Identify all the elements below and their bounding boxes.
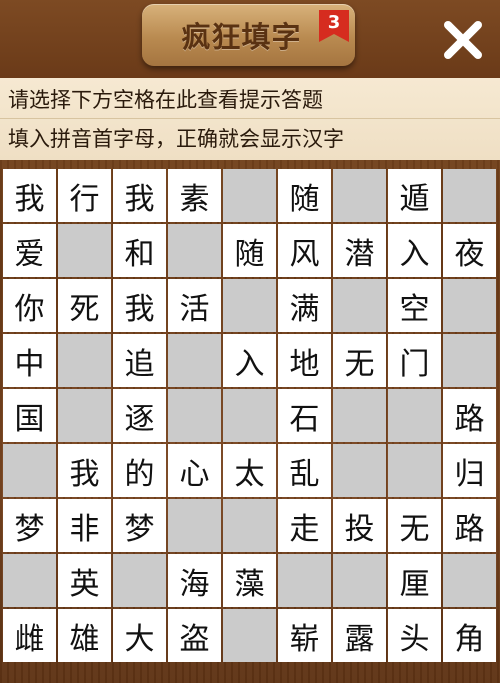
- grid-cell-empty[interactable]: [278, 554, 331, 607]
- grid-cell-empty[interactable]: [223, 499, 276, 552]
- grid-cell-filled[interactable]: 风: [278, 224, 331, 277]
- grid-cell-filled[interactable]: 露: [333, 609, 386, 662]
- grid-cell-filled[interactable]: 逐: [113, 389, 166, 442]
- grid-cell-empty[interactable]: [443, 334, 496, 387]
- grid-cell-filled[interactable]: 归: [443, 444, 496, 497]
- grid-cell-filled[interactable]: 门: [388, 334, 441, 387]
- grid-cell-empty[interactable]: [58, 224, 111, 277]
- close-button[interactable]: [437, 14, 489, 66]
- hint-panel: 请选择下方空格在此查看提示答题 填入拼音首字母，正确就会显示汉字: [0, 78, 500, 160]
- grid-cell-empty[interactable]: [168, 224, 221, 277]
- grid-cell-filled[interactable]: 入: [223, 334, 276, 387]
- grid-cell-filled[interactable]: 无: [388, 499, 441, 552]
- grid-cell-filled[interactable]: 随: [278, 169, 331, 222]
- grid-cell-filled[interactable]: 英: [58, 554, 111, 607]
- grid-cell-filled[interactable]: 我: [113, 169, 166, 222]
- grid-cell-filled[interactable]: 盗: [168, 609, 221, 662]
- grid-cell-filled[interactable]: 和: [113, 224, 166, 277]
- grid-cell-filled[interactable]: 潜: [333, 224, 386, 277]
- grid-cell-empty[interactable]: [168, 389, 221, 442]
- grid-cell-filled[interactable]: 活: [168, 279, 221, 332]
- grid-cell-filled[interactable]: 你: [3, 279, 56, 332]
- grid-cell-filled[interactable]: 藻: [223, 554, 276, 607]
- grid-cell-empty[interactable]: [443, 279, 496, 332]
- grid-cell-filled[interactable]: 我: [58, 444, 111, 497]
- grid-cell-empty[interactable]: [58, 334, 111, 387]
- hint-line-2: 填入拼音首字母，正确就会显示汉字: [8, 127, 344, 151]
- grid-cell-filled[interactable]: 角: [443, 609, 496, 662]
- grid-cell-filled[interactable]: 素: [168, 169, 221, 222]
- grid-cell-empty[interactable]: [168, 334, 221, 387]
- grid-cell-empty[interactable]: [443, 554, 496, 607]
- grid-cell-filled[interactable]: 夜: [443, 224, 496, 277]
- grid-cell-empty[interactable]: [333, 554, 386, 607]
- grid-cell-filled[interactable]: 我: [113, 279, 166, 332]
- grid-cell-filled[interactable]: 投: [333, 499, 386, 552]
- grid-cell-empty[interactable]: [388, 389, 441, 442]
- grid-cell-filled[interactable]: 雌: [3, 609, 56, 662]
- grid-cell-filled[interactable]: 空: [388, 279, 441, 332]
- grid-cell-empty[interactable]: [223, 279, 276, 332]
- grid-cell-filled[interactable]: 太: [223, 444, 276, 497]
- header-bar: 疯狂填字 3: [0, 0, 500, 80]
- grid-cell-empty[interactable]: [443, 169, 496, 222]
- grid-cell-filled[interactable]: 我: [3, 169, 56, 222]
- grid-cell-filled[interactable]: 随: [223, 224, 276, 277]
- grid-cell-filled[interactable]: 雄: [58, 609, 111, 662]
- grid-cell-filled[interactable]: 行: [58, 169, 111, 222]
- grid-cell-empty[interactable]: [3, 554, 56, 607]
- close-icon: [444, 21, 482, 59]
- grid-cell-filled[interactable]: 心: [168, 444, 221, 497]
- grid-cell-empty[interactable]: [3, 444, 56, 497]
- grid-cell-empty[interactable]: [168, 499, 221, 552]
- grid-cell-filled[interactable]: 梦: [3, 499, 56, 552]
- grid-cell-empty[interactable]: [388, 444, 441, 497]
- grid-cell-filled[interactable]: 路: [443, 499, 496, 552]
- grid-cell-empty[interactable]: [58, 389, 111, 442]
- grid-cell-filled[interactable]: 厘: [388, 554, 441, 607]
- grid-cell-filled[interactable]: 走: [278, 499, 331, 552]
- grid-cell-filled[interactable]: 的: [113, 444, 166, 497]
- grid-cell-empty[interactable]: [333, 389, 386, 442]
- hint-line-1: 请选择下方空格在此查看提示答题: [8, 88, 323, 112]
- grid-cell-empty[interactable]: [223, 389, 276, 442]
- grid-cell-filled[interactable]: 路: [443, 389, 496, 442]
- grid-cell-filled[interactable]: 石: [278, 389, 331, 442]
- grid-cell-filled[interactable]: 大: [113, 609, 166, 662]
- grid-cell-filled[interactable]: 非: [58, 499, 111, 552]
- grid-cell-empty[interactable]: [333, 279, 386, 332]
- grid-cell-empty[interactable]: [223, 609, 276, 662]
- grid-cell-filled[interactable]: 国: [3, 389, 56, 442]
- grid-cell-filled[interactable]: 海: [168, 554, 221, 607]
- grid-cell-filled[interactable]: 中: [3, 334, 56, 387]
- grid-cell-filled[interactable]: 追: [113, 334, 166, 387]
- grid-cell-empty[interactable]: [333, 169, 386, 222]
- grid-cell-filled[interactable]: 满: [278, 279, 331, 332]
- grid-cell-filled[interactable]: 爱: [3, 224, 56, 277]
- grid-cell-empty[interactable]: [223, 169, 276, 222]
- grid-cell-filled[interactable]: 梦: [113, 499, 166, 552]
- grid-cell-filled[interactable]: 崭: [278, 609, 331, 662]
- grid-cell-filled[interactable]: 头: [388, 609, 441, 662]
- grid-cell-filled[interactable]: 入: [388, 224, 441, 277]
- grid-cell-empty[interactable]: [333, 444, 386, 497]
- grid-cell-filled[interactable]: 遁: [388, 169, 441, 222]
- level-number: 3: [327, 12, 341, 33]
- grid-cell-filled[interactable]: 地: [278, 334, 331, 387]
- crossword-board: 我行我素随遁爱和随风潜入夜你死我活满空中追入地无门国逐石路我的心太乱归梦非梦走投…: [3, 169, 497, 663]
- game-title: 疯狂填字: [181, 20, 302, 54]
- grid-cell-empty[interactable]: [113, 554, 166, 607]
- grid-cell-filled[interactable]: 无: [333, 334, 386, 387]
- grid-cell-filled[interactable]: 乱: [278, 444, 331, 497]
- grid-cell-filled[interactable]: 死: [58, 279, 111, 332]
